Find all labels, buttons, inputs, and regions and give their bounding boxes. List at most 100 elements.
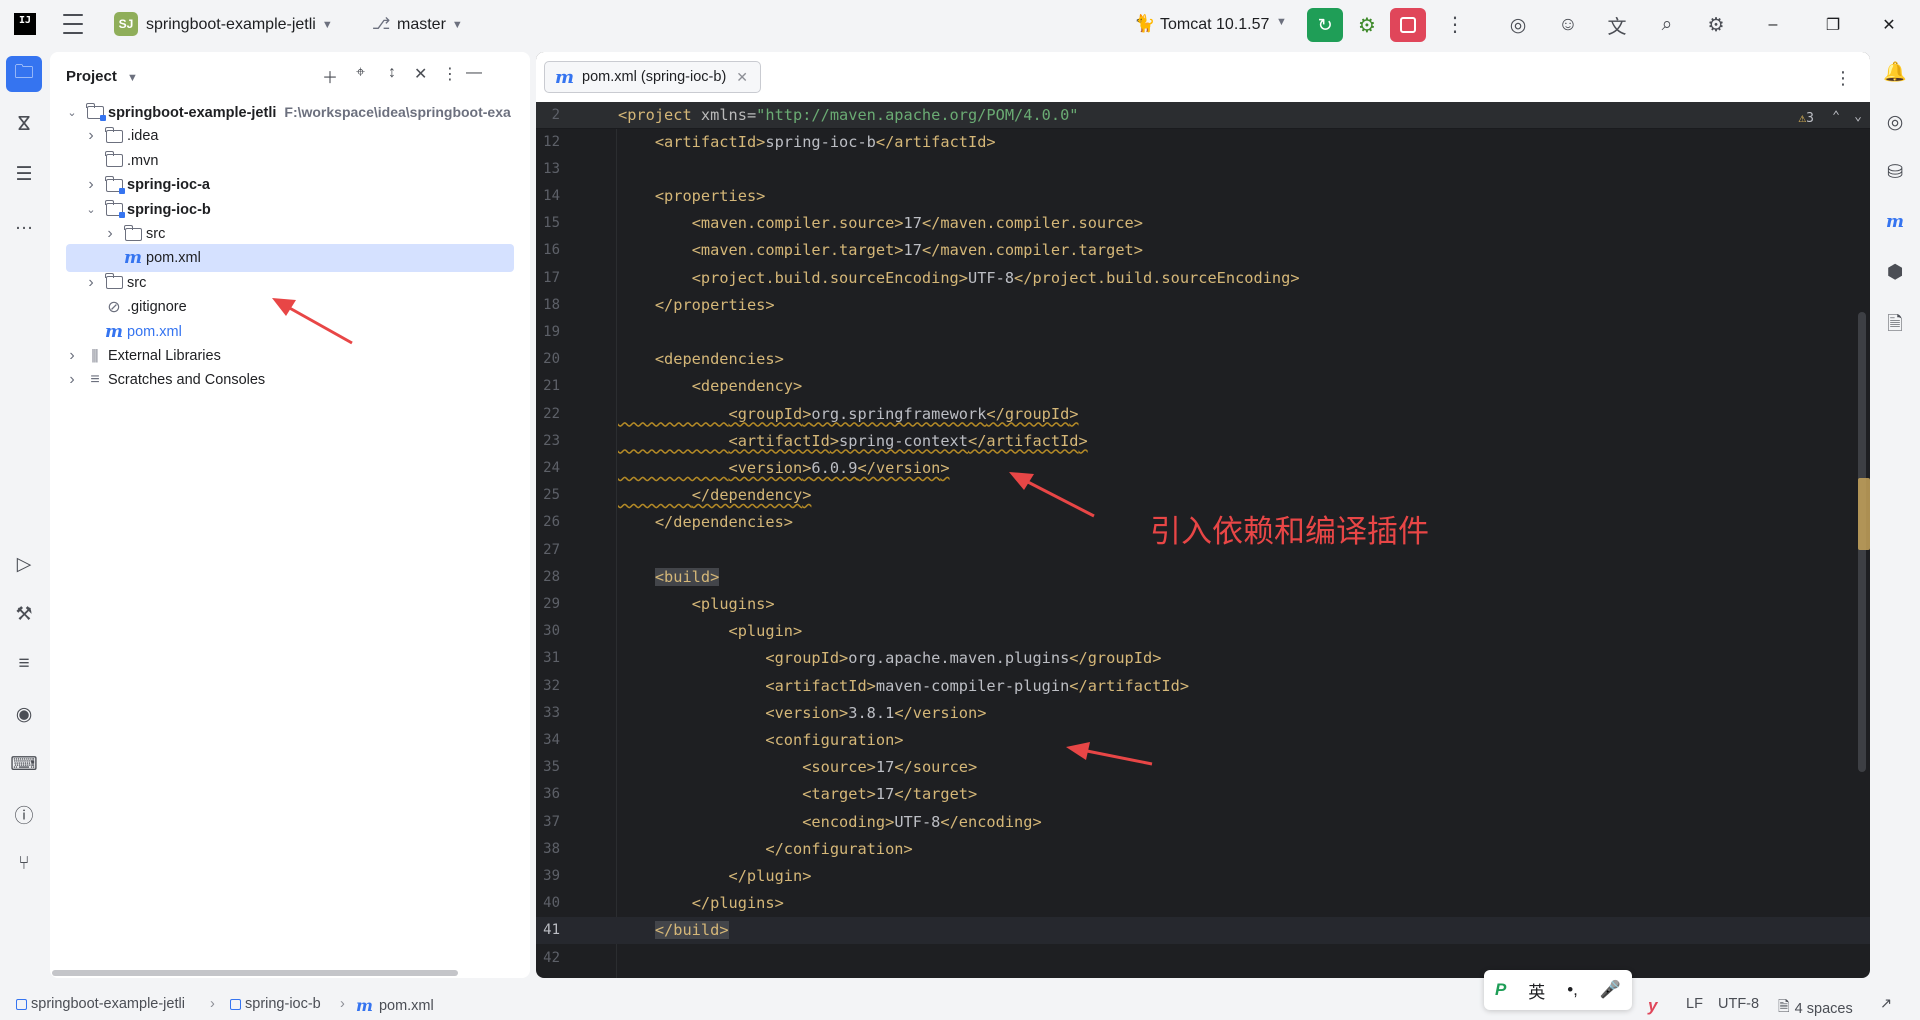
tree-item[interactable]: › ≡ Scratches and Consoles [50,366,530,394]
project-folder-icon[interactable]: 🗀 [6,56,42,92]
minimize-icon[interactable]: – [1758,12,1788,38]
hide-panel-icon[interactable]: — [466,64,482,82]
code-line[interactable]: 22 <groupId>org.springframework</groupId… [536,400,1870,427]
search-icon[interactable]: ⌕ [1652,11,1682,39]
maven-icon[interactable]: m [1879,206,1911,238]
code-line[interactable]: 30 <plugin> [536,618,1870,645]
code-line[interactable]: 21 <dependency> [536,373,1870,400]
terminal-icon[interactable]: ⌨ [6,746,42,782]
chevron-right-icon[interactable]: › [66,371,78,389]
code-line[interactable]: 41 </build> [536,916,1870,944]
chevron-right-icon[interactable]: › [85,127,97,145]
code-line[interactable]: 25 </dependency> [536,482,1870,509]
warning-marker[interactable] [1858,478,1870,550]
code-line[interactable]: 29 <plugins> [536,590,1870,617]
code-line[interactable]: 33 <version>3.8.1</version> [536,699,1870,726]
code-line[interactable]: 18 </properties> [536,291,1870,318]
structure-icon[interactable]: ☰ [6,156,42,192]
stop-button[interactable] [1390,8,1426,42]
code-line[interactable]: 13 [536,155,1870,182]
breadcrumb-module[interactable]: spring-ioc-b [230,996,321,1012]
code-line[interactable]: 36 <target>17</target> [536,781,1870,808]
chevron-right-icon[interactable]: › [85,274,97,292]
tree-item-label: .mvn [127,153,158,169]
build-hammer-icon[interactable]: ⚒ [6,596,42,632]
code-line[interactable]: 14 <properties> [536,182,1870,209]
project-badge[interactable]: SJ [114,12,138,36]
code-line[interactable]: 35 <source>17</source> [536,754,1870,781]
code-line[interactable]: 2 <project xmlns="http://maven.apache.org… [536,102,1870,129]
commit-icon[interactable]: ⴵ [6,106,42,142]
options-more-icon[interactable]: ⋮ [442,64,458,84]
mic-icon[interactable]: 🎤 [1600,980,1621,1000]
bookmarks-icon[interactable]: 🗎 [1879,310,1911,342]
close-icon[interactable]: ✕ [1874,12,1904,38]
code-line[interactable]: 15 <maven.compiler.source>17</maven.comp… [536,210,1870,237]
database-icon[interactable]: ⛁ [1879,156,1911,188]
ime-lang[interactable]: 英 [1528,978,1545,1003]
project-panel-title[interactable]: Project ▼ [66,68,138,85]
more-actions-icon[interactable]: ⋮ [1445,12,1465,37]
more-tools-icon[interactable]: … [6,206,42,242]
add-icon[interactable]: ＋ [322,64,338,88]
maximize-icon[interactable]: ❐ [1818,12,1848,38]
code-line[interactable]: 39 </plugin> [536,862,1870,889]
debug-bug-icon[interactable]: ⚙ [1352,11,1382,39]
code-line[interactable]: 38 </configuration> [536,835,1870,862]
close-tab-icon[interactable]: ✕ [736,69,748,86]
chevron-right-icon[interactable]: › [85,176,97,194]
services-run-icon[interactable]: ◉ [6,696,42,732]
horizontal-scrollbar[interactable] [52,970,458,976]
chevron-right-icon[interactable]: › [104,225,116,243]
code-line[interactable]: 31 <groupId>org.apache.maven.plugins</gr… [536,645,1870,672]
code-line[interactable]: 23 <artifactId>spring-context</artifactI… [536,427,1870,454]
tab-pom-xml[interactable]: m pom.xml (spring-ioc-b) ✕ [544,61,762,93]
prev-highlight-icon[interactable]: ⌃ [1832,109,1840,124]
code-line[interactable]: 32 <artifactId>maven-compiler-plugin</ar… [536,672,1870,699]
project-selector[interactable]: springboot-example-jetli ▼ [146,16,333,34]
settings-gear-icon[interactable]: ⚙ [1701,11,1731,39]
code-line[interactable]: 42 [536,944,1870,971]
collapse-all-icon[interactable]: ✕ [414,64,427,84]
breadcrumb-file[interactable]: m pom.xml [356,996,434,1015]
code-line[interactable]: 20 <dependencies> [536,346,1870,373]
breadcrumb-project[interactable]: springboot-example-jetli [16,996,185,1012]
rerun-button[interactable]: ↻ [1307,8,1343,42]
indent-setting[interactable]: 🗎 4 spaces [1778,996,1853,1020]
translate-icon[interactable]: 文 [1602,11,1632,39]
code-line[interactable]: 28 <build> [536,563,1870,590]
ai-chat-icon[interactable]: ◎ [1879,106,1911,138]
code-line[interactable]: 34 <configuration> [536,726,1870,753]
main-menu-icon[interactable] [62,14,84,34]
chevron-right-icon[interactable]: › [66,347,78,365]
code-line[interactable]: 16 <maven.compiler.target>17</maven.comp… [536,237,1870,264]
chevron-down-icon[interactable]: ▼ [1276,16,1287,28]
run-config-selector[interactable]: Tomcat 10.1.57 [1160,16,1269,34]
ime-punct[interactable]: •, [1567,980,1578,1000]
code-line[interactable]: 17 <project.build.sourceEncoding>UTF-8</… [536,264,1870,291]
next-highlight-icon[interactable]: ⌄ [1854,109,1862,124]
lock-icon[interactable]: ↗ [1880,996,1892,1012]
notifications-bell-icon[interactable]: 🔔 [1879,56,1911,88]
git-icon[interactable]: ⑂ [6,846,42,882]
file-encoding[interactable]: UTF-8 [1718,996,1759,1012]
locate-target-icon[interactable]: ⌖ [356,64,365,82]
branch-selector[interactable]: master ▼ [397,16,463,34]
code-line[interactable]: 40 </plugins> [536,890,1870,917]
code-line[interactable]: 12 <artifactId>spring-ioc-b</artifactId> [536,128,1870,155]
chevron-down-icon[interactable]: ⌄ [85,203,97,216]
plugin-hex-icon[interactable]: ⬢ [1879,256,1911,288]
chevron-down-icon[interactable]: ⌄ [66,106,78,119]
add-user-icon[interactable]: ☺ [1553,11,1583,39]
code-line[interactable]: 24 <version>6.0.9</version> [536,454,1870,481]
line-separator[interactable]: LF [1686,996,1703,1012]
editor-options-icon[interactable]: ⋮ [1834,68,1852,89]
problems-icon[interactable]: ⓘ [6,796,42,832]
warning-count[interactable]: ⚠3 [1798,111,1814,126]
services-icon[interactable]: ≡ [6,646,42,682]
ai-assistant-icon[interactable]: ◎ [1503,11,1533,39]
run-icon[interactable]: ▷ [6,546,42,582]
code-line[interactable]: 19 [536,318,1870,345]
code-line[interactable]: 37 <encoding>UTF-8</encoding> [536,808,1870,835]
expand-all-icon[interactable]: ↕ [388,64,396,82]
